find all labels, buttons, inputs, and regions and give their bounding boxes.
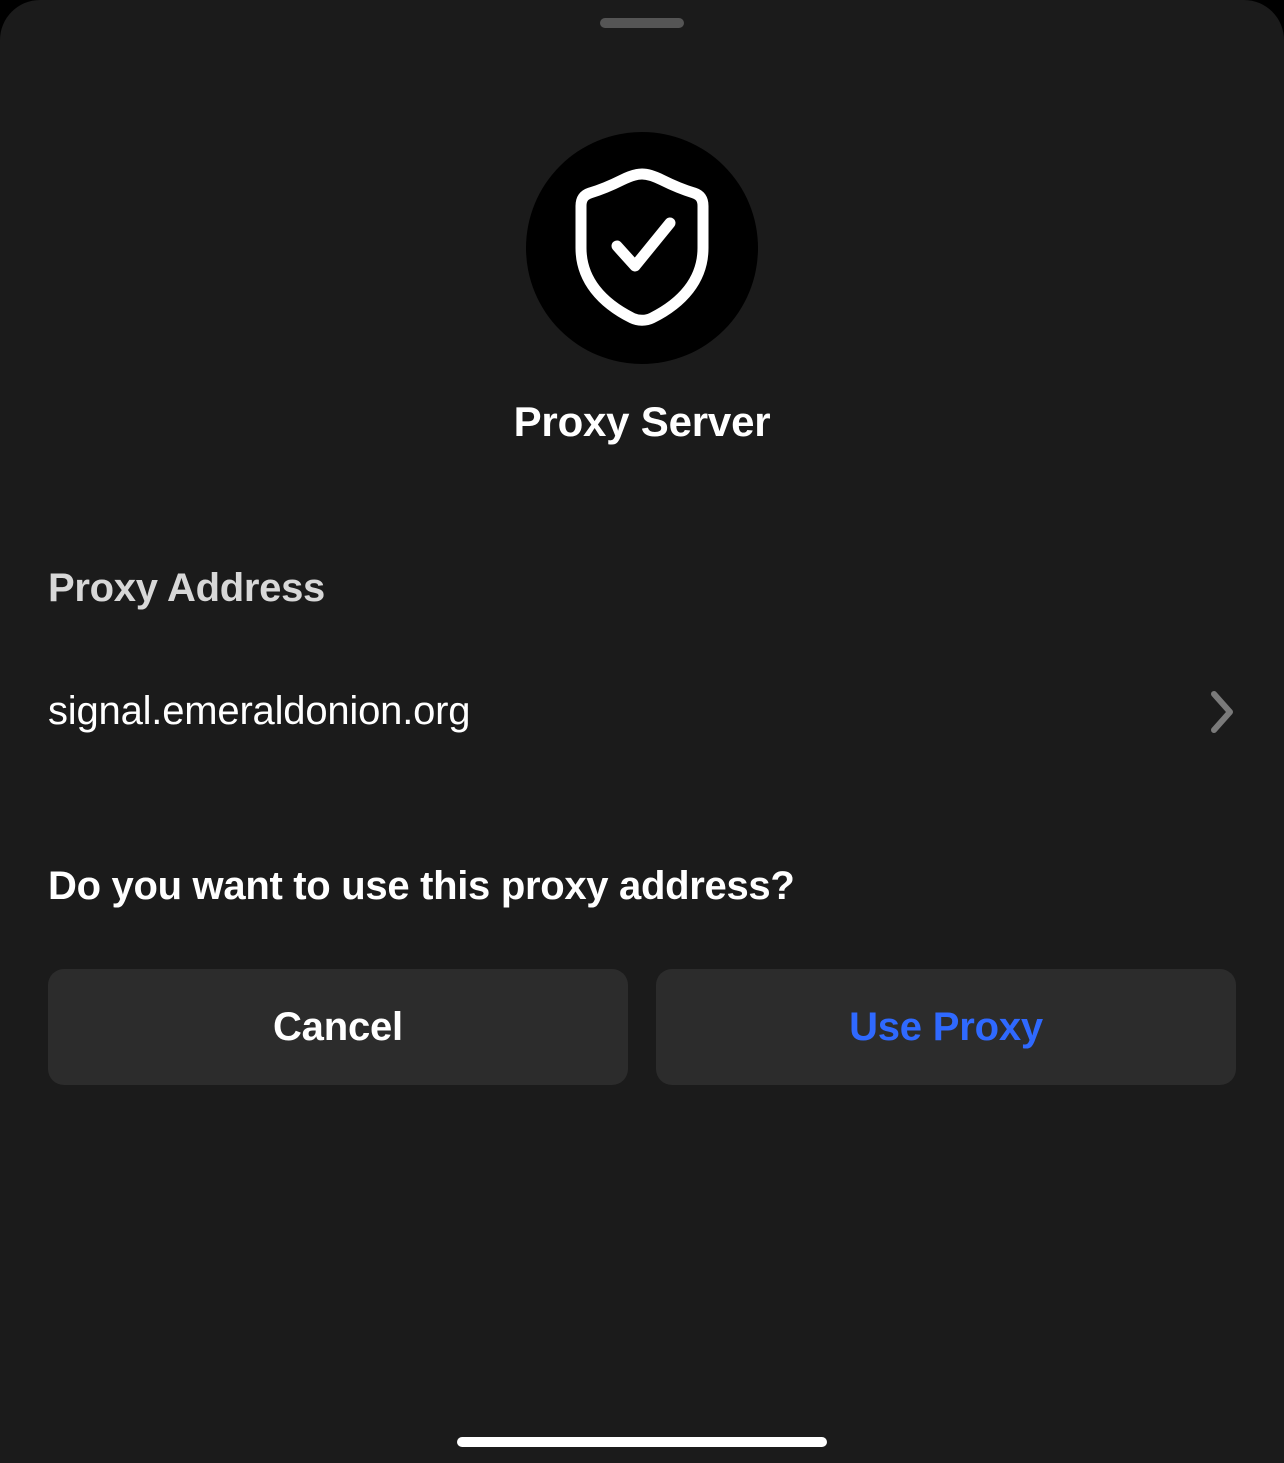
use-proxy-button[interactable]: Use Proxy (656, 969, 1236, 1085)
content-area: Proxy Address signal.emeraldonion.org Do… (0, 566, 1284, 1085)
proxy-address-row[interactable]: signal.emeraldonion.org (48, 689, 1236, 734)
chevron-right-icon (1208, 690, 1236, 734)
proxy-address-value: signal.emeraldonion.org (48, 689, 470, 734)
button-row: Cancel Use Proxy (48, 969, 1236, 1085)
proxy-address-heading: Proxy Address (48, 566, 1236, 611)
home-indicator[interactable] (457, 1437, 827, 1447)
header-area: Proxy Server (0, 132, 1284, 446)
page-title: Proxy Server (514, 398, 771, 446)
shield-check-icon (572, 168, 712, 328)
cancel-button[interactable]: Cancel (48, 969, 628, 1085)
proxy-sheet: Proxy Server Proxy Address signal.emeral… (0, 0, 1284, 1463)
shield-icon-container (526, 132, 758, 364)
sheet-grabber[interactable] (600, 18, 684, 28)
confirmation-prompt: Do you want to use this proxy address? (48, 864, 1236, 909)
